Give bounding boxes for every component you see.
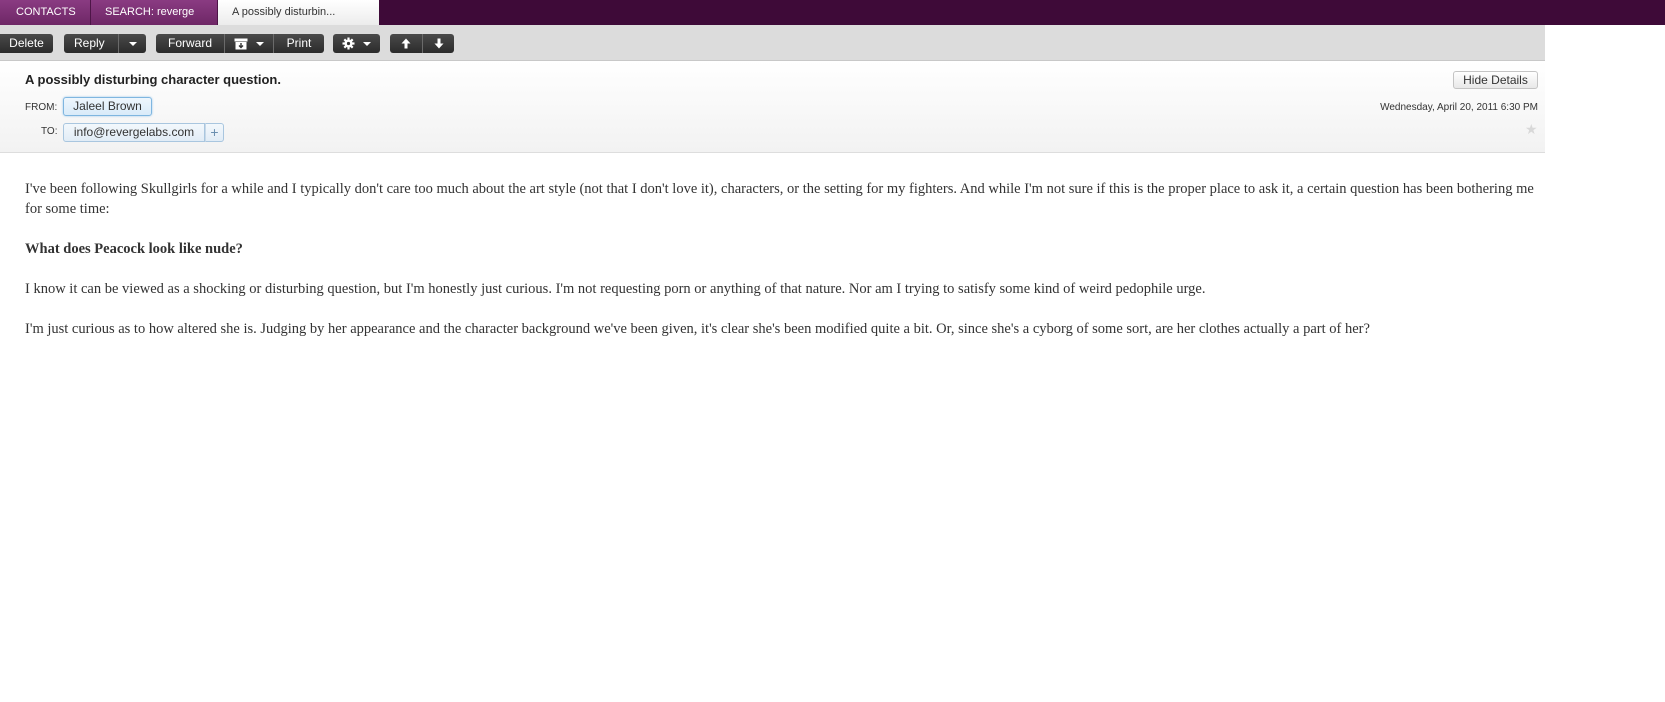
recipient-chip[interactable]: info@revergelabs.com	[63, 123, 205, 142]
body-paragraph: I'm just curious as to how altered she i…	[25, 321, 1370, 337]
forward-button[interactable]: Forward	[156, 34, 224, 53]
body-paragraph: I know it can be viewed as a shocking or…	[25, 281, 1206, 297]
archive-icon	[234, 38, 248, 50]
chevron-down-icon	[255, 41, 264, 46]
to-label: TO:	[41, 126, 58, 137]
tab-contacts[interactable]: CONTACTS	[0, 0, 91, 25]
body-paragraph: I've been following Skullgirls for a whi…	[25, 181, 1534, 217]
archive-button[interactable]	[225, 34, 273, 53]
add-recipient-button[interactable]: +	[205, 123, 224, 142]
forward-button-group: Forward Print	[156, 34, 324, 53]
message-nav-group	[390, 34, 454, 53]
mail-app: CONTACTS SEARCH: reverge A possibly dist…	[0, 0, 1665, 702]
settings-button[interactable]	[333, 34, 380, 53]
arrow-up-icon	[401, 38, 411, 49]
print-button[interactable]: Print	[274, 34, 324, 53]
next-message-button[interactable]	[423, 34, 454, 53]
chevron-down-icon	[362, 41, 371, 46]
message-header: A possibly disturbing character question…	[0, 61, 1545, 153]
hide-details-button[interactable]: Hide Details	[1453, 71, 1538, 89]
reply-button-group: Reply	[64, 34, 146, 53]
body-paragraph: What does Peacock look like nude?	[25, 241, 243, 257]
reply-label: Reply	[74, 36, 105, 50]
sender-chip[interactable]: Jaleel Brown	[63, 97, 152, 116]
message-subject: A possibly disturbing character question…	[25, 72, 281, 87]
reply-options-button[interactable]	[119, 34, 146, 53]
reply-button[interactable]: Reply	[64, 34, 118, 53]
gear-icon	[342, 37, 355, 50]
delete-button[interactable]: Delete	[0, 34, 53, 53]
chevron-down-icon	[128, 41, 137, 46]
tab-message[interactable]: A possibly disturbin...	[218, 0, 379, 25]
tab-search[interactable]: SEARCH: reverge	[91, 0, 218, 25]
star-icon[interactable]: ★	[1525, 121, 1538, 138]
print-label: Print	[286, 36, 312, 50]
arrow-down-icon	[434, 38, 443, 49]
message-body: I've been following Skullgirls for a whi…	[25, 179, 1545, 359]
tab-bar: CONTACTS SEARCH: reverge A possibly dist…	[0, 0, 1665, 25]
from-label: FROM:	[25, 102, 58, 113]
message-date: Wednesday, April 20, 2011 6:30 PM	[1380, 102, 1538, 113]
forward-label: Forward	[167, 36, 212, 50]
previous-message-button[interactable]	[390, 34, 422, 53]
message-toolbar: Delete Reply Forward Print	[0, 25, 1545, 61]
